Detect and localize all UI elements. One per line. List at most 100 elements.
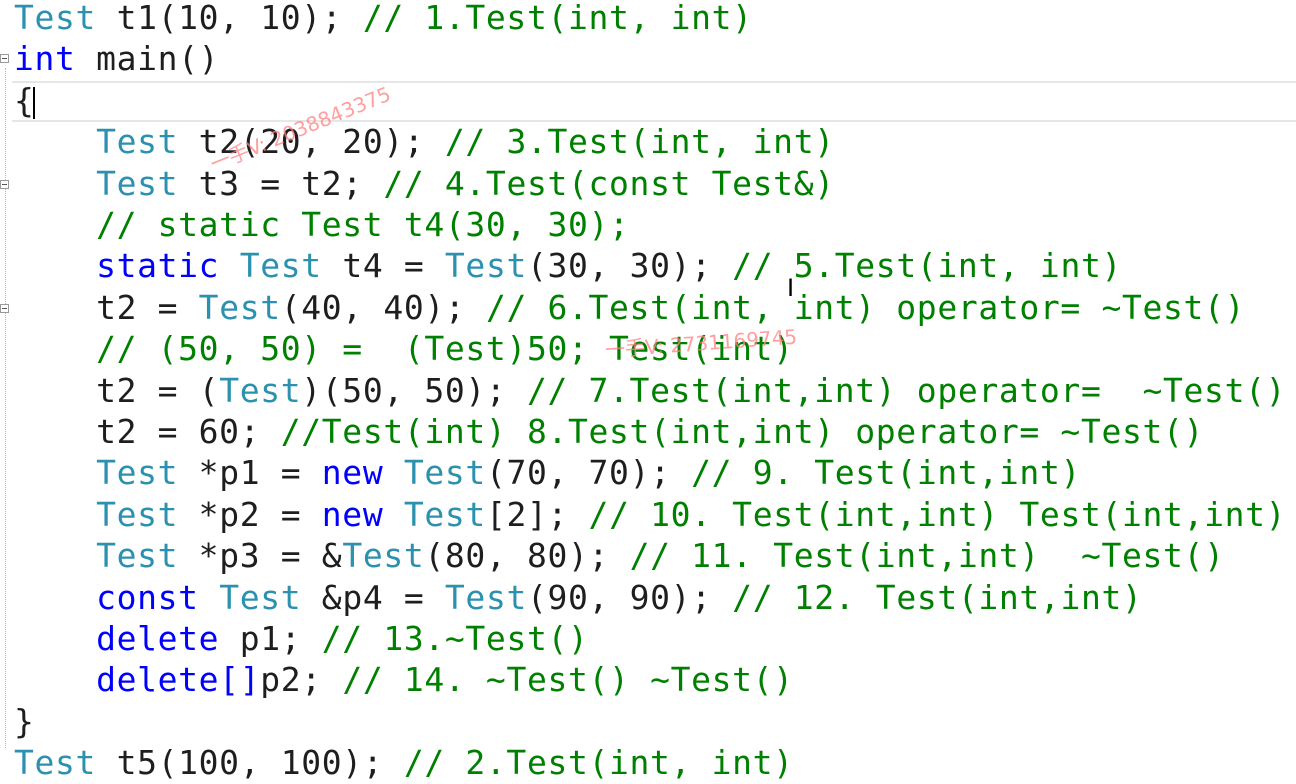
keyword-token: int bbox=[14, 39, 76, 79]
collapse-main-icon[interactable] bbox=[0, 54, 9, 63]
keyword-token: static bbox=[96, 246, 220, 286]
comment-token: // 14. ~Test() ~Test() bbox=[342, 660, 794, 700]
code-token: *p1 = bbox=[178, 453, 322, 493]
code-token: t4 = bbox=[321, 246, 445, 286]
code-line[interactable]: Test *p1 = new Test(70, 70); // 9. Test(… bbox=[14, 452, 1081, 493]
type-token: Test bbox=[342, 536, 425, 576]
keyword-token: new bbox=[321, 453, 384, 493]
code-line[interactable]: { bbox=[14, 80, 35, 121]
type-token: Test bbox=[403, 453, 486, 493]
code-line[interactable]: Test t3 = t2; // 4.Test(const Test&) bbox=[14, 163, 835, 204]
comment-token: // 9. Test(int,int) bbox=[691, 453, 1081, 493]
code-token: t2 = bbox=[96, 287, 199, 327]
collapse-block-icon[interactable] bbox=[0, 180, 9, 189]
code-line[interactable]: delete[]p2; // 14. ~Test() ~Test() bbox=[14, 659, 794, 700]
code-line[interactable]: Test t5(100, 100); // 2.Test(int, int) bbox=[14, 742, 794, 783]
code-line[interactable]: } bbox=[14, 701, 35, 742]
code-line[interactable]: Test t2(20, 20); // 3.Test(int, int) bbox=[14, 121, 835, 162]
code-token: )(50, 50); bbox=[301, 370, 527, 410]
comment-token: //Test(int) 8.Test(int,int) operator= ~T… bbox=[280, 412, 1205, 451]
code-line[interactable]: t2 = 60; //Test(int) 8.Test(int,int) ope… bbox=[14, 411, 1204, 452]
type-token: Test bbox=[239, 246, 322, 286]
code-token: t2 = ( bbox=[96, 370, 220, 410]
ibeam-cursor-icon: I bbox=[787, 274, 795, 302]
type-token: Test bbox=[198, 287, 281, 327]
keyword-token: const bbox=[96, 577, 199, 617]
type-token: Test bbox=[219, 370, 302, 410]
comment-token: // 7.Test(int,int) operator= ~Test() bbox=[526, 370, 1287, 410]
code-token: *p2 = bbox=[178, 494, 322, 534]
type-token: Test bbox=[14, 743, 97, 783]
code-line[interactable]: delete p1; // 13.~Test() bbox=[14, 618, 589, 659]
code-token: p2; bbox=[260, 660, 343, 700]
comment-token: // 4.Test(const Test&) bbox=[383, 163, 835, 203]
type-token: Test bbox=[219, 577, 302, 617]
comment-token: // 1.Test(int, int) bbox=[362, 0, 753, 37]
type-token: Test bbox=[14, 0, 97, 37]
type-token: Test bbox=[96, 453, 179, 493]
code-line[interactable]: static Test t4 = Test(30, 30); // 5.Test… bbox=[14, 245, 1122, 286]
comment-token: // 10. Test(int,int) Test(int,int) bbox=[588, 494, 1287, 534]
code-line[interactable]: t2 = (Test)(50, 50); // 7.Test(int,int) … bbox=[14, 370, 1286, 411]
code-token: *p3 = & bbox=[178, 536, 343, 576]
type-token: Test bbox=[96, 122, 179, 162]
comment-token: // static Test t4(30, 30); bbox=[96, 205, 630, 244]
code-token: [2]; bbox=[485, 494, 589, 534]
comment-token: // 12. Test(int,int) bbox=[732, 577, 1143, 617]
code-line[interactable]: Test t1(10, 10); // 1.Test(int, int) bbox=[14, 0, 753, 38]
code-token: (30, 30); bbox=[526, 246, 733, 286]
collapse-block-icon[interactable] bbox=[0, 304, 9, 313]
code-token: t3 = t2; bbox=[178, 163, 384, 203]
code-token: (90, 90); bbox=[526, 577, 733, 617]
current-line-highlight bbox=[12, 81, 1296, 122]
code-token: t5(100, 100); bbox=[96, 743, 404, 783]
code-token: } bbox=[14, 701, 35, 741]
code-line[interactable]: t2 = Test(40, 40); // 6.Test(int, int) o… bbox=[14, 287, 1245, 328]
code-token: (70, 70); bbox=[485, 453, 692, 493]
code-line[interactable]: Test *p2 = new Test[2]; // 10. Test(int,… bbox=[14, 494, 1286, 535]
type-token: Test bbox=[444, 246, 527, 286]
code-token: (40, 40); bbox=[280, 287, 486, 327]
code-token: (80, 80); bbox=[424, 536, 630, 576]
code-line[interactable]: const Test &p4 = Test(90, 90); // 12. Te… bbox=[14, 577, 1143, 618]
fold-guide-line bbox=[5, 68, 6, 748]
code-line[interactable]: Test *p3 = &Test(80, 80); // 11. Test(in… bbox=[14, 535, 1225, 576]
type-token: Test bbox=[444, 577, 527, 617]
code-token: &p4 = bbox=[301, 577, 445, 617]
comment-token: // 13.~Test() bbox=[321, 619, 589, 658]
code-line[interactable]: // static Test t4(30, 30); bbox=[14, 204, 630, 245]
code-token: main() bbox=[75, 39, 220, 79]
type-token: Test bbox=[96, 536, 179, 576]
code-line[interactable]: int main() bbox=[14, 38, 219, 79]
keyword-token: delete[] bbox=[96, 660, 261, 700]
code-token: p1; bbox=[219, 619, 322, 658]
code-editor[interactable]: Test t1(10, 10); // 1.Test(int, int) int … bbox=[0, 0, 1296, 783]
code-token: { bbox=[14, 80, 35, 120]
comment-token: // 11. Test(int,int) ~Test() bbox=[629, 536, 1225, 576]
code-token: t2 = 60; bbox=[96, 412, 281, 451]
keyword-token: new bbox=[321, 494, 384, 534]
keyword-token: delete bbox=[96, 619, 220, 658]
comment-token: // 6.Test(int, int) operator= ~Test() bbox=[485, 287, 1246, 327]
type-token: Test bbox=[96, 494, 179, 534]
text-caret bbox=[33, 87, 35, 119]
code-token: t1(10, 10); bbox=[96, 0, 363, 37]
comment-token: // 3.Test(int, int) bbox=[444, 122, 835, 162]
